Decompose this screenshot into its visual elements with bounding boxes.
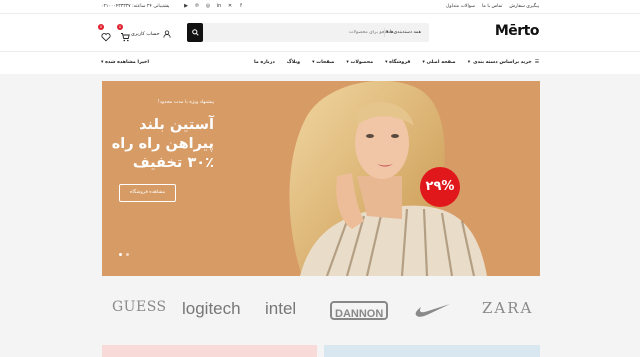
- nav-pages-label: صفحات: [316, 60, 335, 65]
- brand-dannon-text: DANNON: [335, 308, 384, 320]
- slider-dot-2[interactable]: [126, 253, 129, 256]
- support-phone: پشتیبانی ۲۴ ساعته: ۰۲۱۰۰۰۴۳۳۳۳۷: [101, 4, 170, 9]
- nav-pages[interactable]: صفحات ▾: [312, 60, 334, 65]
- cart-button[interactable]: 0: [117, 24, 130, 42]
- search-divider: [384, 28, 385, 37]
- linkedin-icon[interactable]: in: [216, 3, 222, 9]
- slider-dots: [119, 253, 129, 256]
- nav-shop[interactable]: فروشگاه ▾: [385, 60, 410, 65]
- nav-products-label: محصولات: [350, 60, 374, 65]
- brand-guess-logo[interactable]: GUESS: [112, 299, 167, 315]
- brand-logos: GUESS logitech intel DANNON ZARA: [102, 294, 540, 330]
- site-logo[interactable]: Mērto: [495, 23, 540, 39]
- account-label: حساب کاربری: [131, 31, 160, 37]
- category-select-label: همه دسته‌بندی‌ها: [389, 30, 421, 35]
- categories-label: خرید براساس دسته بندی: [473, 60, 532, 65]
- discount-badge: ۲۹%: [420, 167, 460, 207]
- header-actions: 0 0: [98, 24, 130, 42]
- category-card-1[interactable]: [102, 345, 317, 357]
- nav-home-label: صفحه اصلی: [426, 60, 456, 65]
- hero-headline: آستین بلند پیراهن راه راه ۳۰٪ تخفیف: [112, 116, 214, 173]
- main-header: Mērto همه دسته‌بندی‌ها ▾ حساب کاربری 0 0: [0, 14, 640, 51]
- category-select[interactable]: همه دسته‌بندی‌ها ▾: [386, 30, 421, 35]
- slider-dot-1[interactable]: [119, 253, 122, 256]
- brand-dannon-logo[interactable]: DANNON: [330, 301, 389, 320]
- instagram-icon[interactable]: ◎: [205, 3, 211, 9]
- nike-swoosh-icon: [415, 304, 450, 317]
- shop-now-button[interactable]: مشاهده فروشگاه: [119, 184, 176, 202]
- search-icon: [191, 29, 199, 36]
- brand-intel-logo[interactable]: intel: [265, 299, 296, 319]
- wishlist-count: 0: [98, 24, 104, 30]
- search-bar: همه دسته‌بندی‌ها ▾: [187, 23, 429, 42]
- pinterest-icon[interactable]: ℗: [194, 3, 200, 9]
- youtube-icon[interactable]: ▶: [183, 3, 189, 9]
- chevron-down-icon: ▾: [101, 60, 104, 65]
- recently-viewed-label: اخیرا مشاهده شده: [105, 60, 150, 65]
- nav-blog[interactable]: وبلاگ: [287, 60, 300, 65]
- track-order-link[interactable]: پیگیری سفارش: [509, 4, 539, 9]
- heart-icon: [101, 33, 111, 42]
- account-link[interactable]: حساب کاربری: [131, 30, 171, 38]
- nav-shop-label: فروشگاه: [389, 60, 411, 65]
- hero-promo-text: پیشنهاد ویژه با مدت محدود!: [157, 100, 214, 105]
- faq-link[interactable]: سوالات متداول: [446, 4, 475, 9]
- nav-about[interactable]: درباره ما: [254, 60, 275, 65]
- hero-headline-line-2: پیراهن راه راه: [111, 136, 214, 152]
- twitter-icon[interactable]: ✕: [227, 3, 233, 9]
- facebook-icon[interactable]: f: [238, 3, 244, 9]
- search-input[interactable]: [283, 23, 393, 42]
- hero-headline-line-3: ۳۰٪ تخفیف: [132, 155, 214, 171]
- top-links: پیگیری سفارش تماس با ما سوالات متداول: [446, 4, 539, 9]
- nav-products[interactable]: محصولات ▾: [346, 60, 373, 65]
- hero-headline-line-1: آستین بلند: [139, 117, 214, 133]
- recently-viewed[interactable]: ▾ اخیرا مشاهده شده: [101, 60, 149, 65]
- brand-nike-logo[interactable]: [415, 302, 451, 322]
- brand-zara-logo[interactable]: ZARA: [482, 299, 533, 317]
- user-icon: [162, 30, 171, 38]
- main-nav: ☰ خرید براساس دسته بندی ▾ صفحه اصلی ▾ فر…: [0, 51, 640, 74]
- model-photo: [289, 81, 487, 276]
- search-button[interactable]: [187, 23, 203, 42]
- wishlist-button[interactable]: 0: [98, 24, 111, 42]
- social-links: ▶ ℗ ◎ in ✕ f: [183, 3, 244, 9]
- brand-logitech-logo[interactable]: logitech: [182, 299, 241, 319]
- categories-menu[interactable]: ☰ خرید براساس دسته بندی ▾: [468, 60, 539, 65]
- top-bar: پیگیری سفارش تماس با ما سوالات متداول ▶ …: [0, 0, 640, 14]
- chevron-down-icon: ▾: [467, 60, 471, 65]
- cart-count: 0: [117, 24, 123, 30]
- nav-items: ☰ خرید براساس دسته بندی ▾ صفحه اصلی ▾ فر…: [254, 60, 539, 65]
- hero-banner: پیشنهاد ویژه با مدت محدود! آستین بلند پی…: [102, 81, 540, 276]
- category-card-2[interactable]: [324, 345, 540, 357]
- chevron-down-icon: ▾: [385, 30, 389, 35]
- nav-home[interactable]: صفحه اصلی ▾: [422, 60, 455, 65]
- contact-link[interactable]: تماس با ما: [482, 4, 502, 9]
- menu-icon: ☰: [534, 60, 539, 65]
- cart-icon: [121, 33, 130, 42]
